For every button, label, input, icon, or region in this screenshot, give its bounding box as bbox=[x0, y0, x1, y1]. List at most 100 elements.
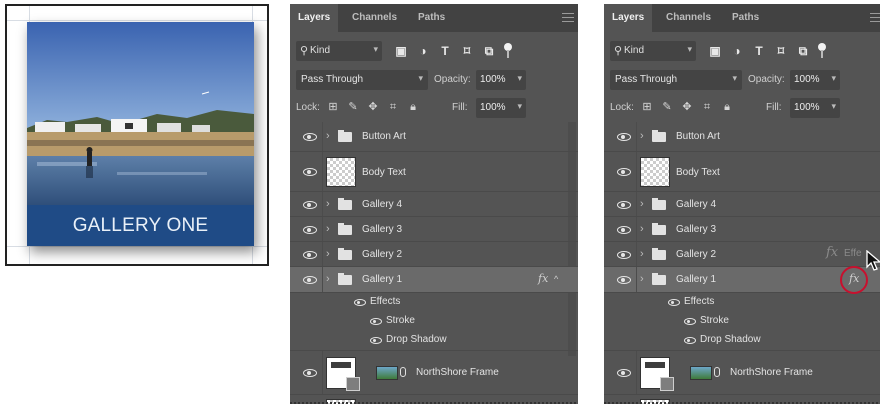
tab-channels[interactable]: Channels bbox=[352, 4, 397, 32]
fill-field[interactable]: 100% ▾ bbox=[476, 98, 526, 118]
panel-menu-icon[interactable] bbox=[562, 13, 574, 22]
lock-transparent-icon[interactable]: ⊞ bbox=[640, 100, 654, 114]
chevron-right-icon[interactable]: › bbox=[326, 223, 330, 235]
visibility-eye-icon[interactable] bbox=[617, 276, 631, 284]
filter-pixel-icon[interactable]: ▣ bbox=[392, 42, 410, 60]
lock-artboard-icon[interactable]: ⌗ bbox=[386, 100, 400, 114]
link-icon[interactable] bbox=[400, 367, 406, 377]
blend-mode-select[interactable]: Pass Through ▾ bbox=[610, 70, 742, 90]
chevron-right-icon[interactable]: › bbox=[326, 198, 330, 210]
layer-name: Body Text bbox=[362, 167, 406, 178]
folder-icon bbox=[652, 223, 666, 235]
visibility-eye-icon[interactable] bbox=[303, 226, 317, 234]
tab-channels[interactable]: Channels bbox=[666, 4, 711, 32]
filter-pixel-icon[interactable]: ▣ bbox=[706, 42, 724, 60]
lock-paint-icon[interactable]: ✎ bbox=[660, 100, 674, 114]
visibility-eye-icon[interactable] bbox=[668, 299, 680, 306]
chevron-right-icon[interactable]: › bbox=[640, 273, 644, 285]
lock-all-icon[interactable]: 🔒︎ bbox=[406, 100, 420, 114]
layer-row-gallery-4[interactable]: › Gallery 4 bbox=[604, 192, 880, 217]
visibility-eye-icon[interactable] bbox=[617, 251, 631, 259]
filter-kind-select[interactable]: ⚲ Kind ▾ bbox=[296, 41, 382, 61]
effects-row[interactable]: Effects bbox=[290, 293, 578, 312]
layer-name: NorthShore Frame bbox=[730, 367, 813, 378]
layer-row-gallery-3[interactable]: › Gallery 3 bbox=[604, 217, 880, 242]
layer-row-gallery-4[interactable]: › Gallery 4 bbox=[290, 192, 578, 217]
filter-type-icon[interactable]: T bbox=[750, 42, 768, 60]
visibility-eye-icon[interactable] bbox=[617, 168, 631, 176]
effect-row-stroke[interactable]: Stroke bbox=[290, 312, 578, 331]
chevron-right-icon[interactable]: › bbox=[640, 223, 644, 235]
lock-all-icon[interactable]: 🔒︎ bbox=[720, 100, 734, 114]
tab-paths[interactable]: Paths bbox=[732, 4, 759, 32]
layer-row-northshore-frame[interactable]: NorthShore Frame bbox=[290, 351, 578, 395]
lock-transparent-icon[interactable]: ⊞ bbox=[326, 100, 340, 114]
opacity-field[interactable]: 100% ▾ bbox=[790, 70, 840, 90]
fill-field[interactable]: 100% ▾ bbox=[790, 98, 840, 118]
lock-paint-icon[interactable]: ✎ bbox=[346, 100, 360, 114]
tab-layers[interactable]: Layers bbox=[604, 4, 653, 32]
lock-artboard-icon[interactable]: ⌗ bbox=[700, 100, 714, 114]
fx-icon[interactable]: fx bbox=[538, 272, 548, 285]
chevron-right-icon[interactable]: › bbox=[640, 248, 644, 260]
filter-kind-select[interactable]: ⚲ Kind ▾ bbox=[610, 41, 696, 61]
visibility-eye-icon[interactable] bbox=[303, 133, 317, 141]
lock-position-icon[interactable]: ✥ bbox=[366, 100, 380, 114]
visibility-eye-icon[interactable] bbox=[303, 369, 317, 377]
row-divider bbox=[636, 267, 637, 292]
layer-row-northshore-frame[interactable]: NorthShore Frame bbox=[604, 351, 880, 395]
filter-smartobject-icon[interactable]: ⧉ bbox=[480, 42, 498, 60]
layers-panel-before: Layers Channels Paths ⚲ Kind ▾ ▣ ◑ T ⌑ ⧉… bbox=[290, 4, 578, 404]
visibility-eye-icon[interactable] bbox=[684, 337, 696, 344]
layer-row-body-text[interactable]: Body Text bbox=[290, 152, 578, 192]
visibility-eye-icon[interactable] bbox=[303, 168, 317, 176]
visibility-eye-icon[interactable] bbox=[370, 318, 382, 325]
lock-position-icon[interactable]: ✥ bbox=[680, 100, 694, 114]
filter-smartobject-icon[interactable]: ⧉ bbox=[794, 42, 812, 60]
visibility-eye-icon[interactable] bbox=[684, 318, 696, 325]
filter-adjustment-icon[interactable]: ◑ bbox=[414, 42, 432, 60]
layer-row-gallery-2[interactable]: › Gallery 2 bbox=[290, 242, 578, 267]
tab-layers[interactable]: Layers bbox=[290, 4, 339, 32]
effect-row-stroke[interactable]: Stroke bbox=[604, 312, 880, 331]
visibility-eye-icon[interactable] bbox=[617, 226, 631, 234]
layer-row-gallery-3[interactable]: › Gallery 3 bbox=[290, 217, 578, 242]
filter-shape-icon[interactable]: ⌑ bbox=[458, 42, 476, 60]
layer-row-button-art[interactable]: › Button Art bbox=[604, 122, 880, 152]
effects-row[interactable]: Effects bbox=[604, 293, 880, 312]
chevron-right-icon[interactable]: › bbox=[326, 130, 330, 142]
chevron-up-icon[interactable]: ^ bbox=[554, 274, 558, 284]
link-icon[interactable] bbox=[714, 367, 720, 377]
visibility-eye-icon[interactable] bbox=[370, 337, 382, 344]
layer-row-gallery-1[interactable]: › Gallery 1 fx bbox=[604, 266, 880, 294]
visibility-eye-icon[interactable] bbox=[303, 276, 317, 284]
filter-toggle-stem bbox=[507, 50, 509, 58]
lock-row: Lock: ⊞ ✎ ✥ ⌗ 🔒︎ Fill: 100% ▾ bbox=[296, 98, 566, 118]
layer-row-gallery-1[interactable]: › Gallery 1 fx ^ bbox=[290, 267, 578, 293]
filter-adjustment-icon[interactable]: ◑ bbox=[728, 42, 746, 60]
filter-type-icon[interactable]: T bbox=[436, 42, 454, 60]
layer-thumbnail bbox=[326, 157, 356, 187]
chevron-right-icon[interactable]: › bbox=[326, 273, 330, 285]
blend-mode-select[interactable]: Pass Through ▾ bbox=[296, 70, 428, 90]
artwork-preview: GALLERY ONE bbox=[5, 4, 269, 266]
visibility-eye-icon[interactable] bbox=[617, 201, 631, 209]
chevron-right-icon[interactable]: › bbox=[326, 248, 330, 260]
visibility-eye-icon[interactable] bbox=[303, 251, 317, 259]
visibility-eye-icon[interactable] bbox=[303, 201, 317, 209]
effect-row-drop-shadow[interactable]: Drop Shadow bbox=[290, 331, 578, 351]
layer-row-body-text[interactable]: Body Text bbox=[604, 152, 880, 192]
fx-highlight-circle bbox=[840, 266, 868, 294]
chevron-right-icon[interactable]: › bbox=[640, 198, 644, 210]
visibility-eye-icon[interactable] bbox=[617, 369, 631, 377]
layer-row-gallery-2[interactable]: › Gallery 2 fx Effe bbox=[604, 242, 880, 267]
effect-row-drop-shadow[interactable]: Drop Shadow bbox=[604, 331, 880, 351]
opacity-field[interactable]: 100% ▾ bbox=[476, 70, 526, 90]
layer-row-button-art[interactable]: › Button Art bbox=[290, 122, 578, 152]
panel-menu-icon[interactable] bbox=[870, 13, 880, 22]
filter-shape-icon[interactable]: ⌑ bbox=[772, 42, 790, 60]
visibility-eye-icon[interactable] bbox=[617, 133, 631, 141]
chevron-right-icon[interactable]: › bbox=[640, 130, 644, 142]
visibility-eye-icon[interactable] bbox=[354, 299, 366, 306]
tab-paths[interactable]: Paths bbox=[418, 4, 445, 32]
